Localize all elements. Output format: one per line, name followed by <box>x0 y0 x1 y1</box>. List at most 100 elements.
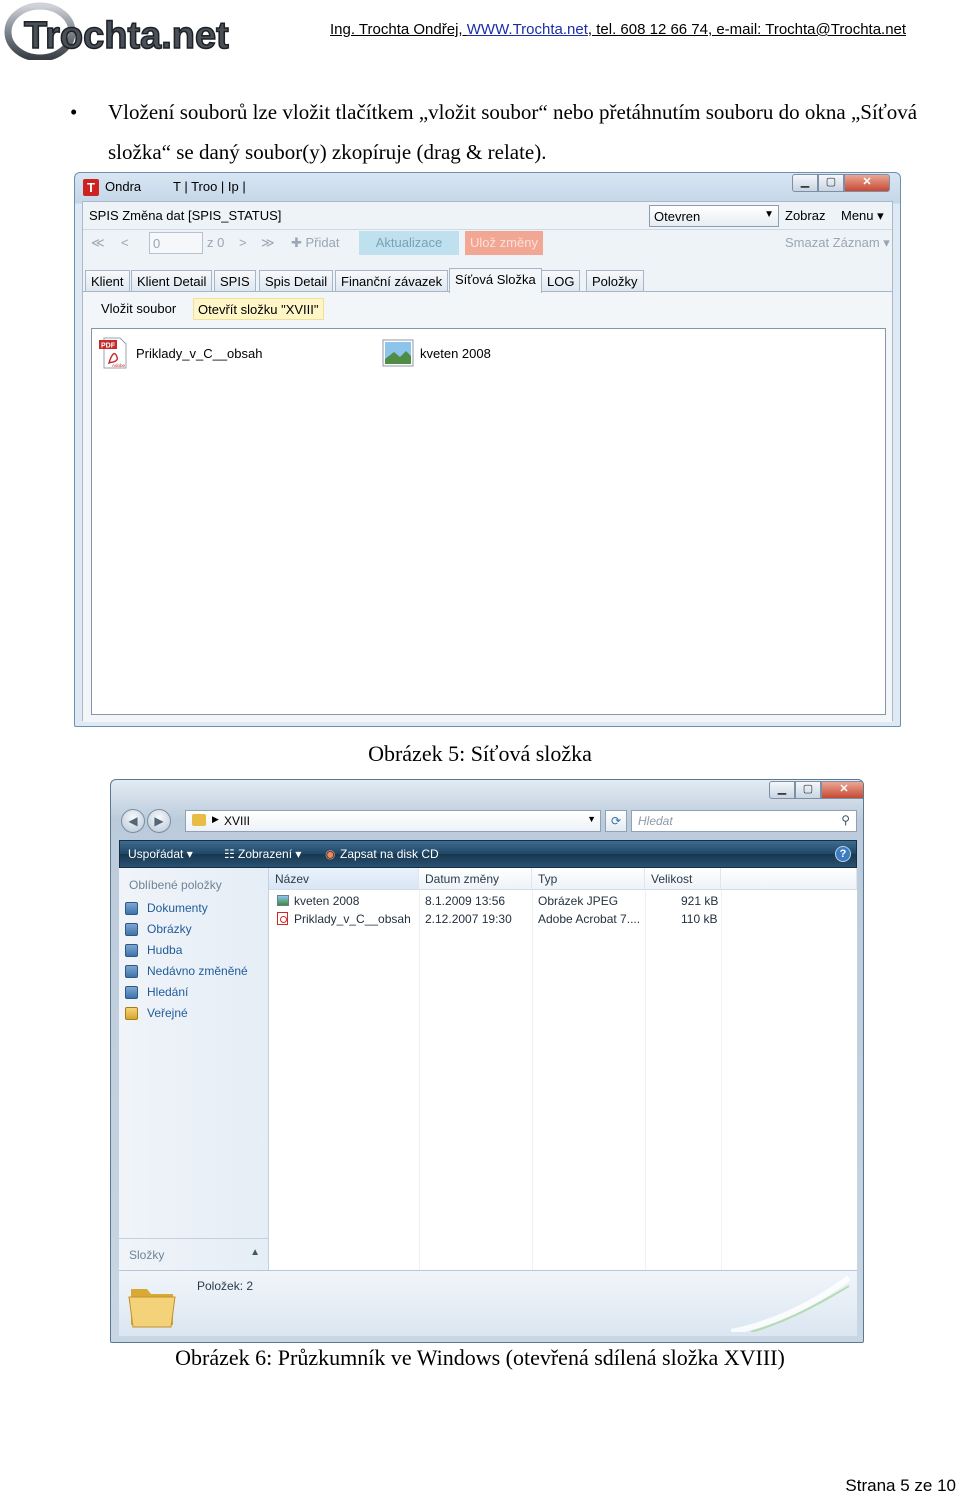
insert-file-button[interactable]: Vložit soubor <box>101 301 176 316</box>
search-input[interactable]: Hledat ⚲ <box>631 810 857 832</box>
status-value: Otevren <box>654 209 701 224</box>
status-select[interactable]: Otevren ▼ <box>649 205 779 227</box>
file-drop-area[interactable]: PDF Adobe Priklady_v_C__obsah kveten 200… <box>91 328 886 715</box>
window-controls: ▁ ▢ ✕ <box>769 781 863 799</box>
open-folder-button[interactable]: Otevřít složku "XVIII" <box>193 298 324 320</box>
folders-toggle[interactable]: Složky ▲ <box>119 1238 268 1270</box>
network-folder-panel: Vložit soubor Otevřít složku "XVIII" PDF… <box>83 291 892 722</box>
close-button[interactable]: ✕ <box>821 781 863 799</box>
pdf-badge-text: PDF <box>101 343 116 350</box>
tab-log[interactable]: LOG <box>541 270 581 292</box>
header-contact: Ing. Trochta Ondřej, WWW.Trochta.net, te… <box>330 21 906 38</box>
nav-item-label: Hledání <box>147 985 189 999</box>
tab-financni-zavazek[interactable]: Finanční závazek <box>335 270 449 292</box>
maximize-button[interactable]: ▢ <box>818 174 844 192</box>
folder-icon <box>128 1289 176 1328</box>
tab-sitova-slozka[interactable]: Síťová Složka <box>449 268 542 293</box>
file-list: Název Datum změny Typ Velikost kveten 20… <box>269 868 857 1270</box>
table-row[interactable]: kveten 2008 8.1.2009 13:56 Obrázek JPEG … <box>269 892 721 910</box>
form-header: SPIS Změna dat [SPIS_STATUS] Otevren ▼ Z… <box>83 202 892 230</box>
last-record-icon[interactable]: ≫ <box>261 235 275 251</box>
spis-app-window: T Ondra T | Troo | Ip | ▁ ▢ ✕ SPIS Změna… <box>74 172 901 727</box>
file-name: Priklady_v_C__obsah <box>136 346 263 361</box>
tab-klient[interactable]: Klient <box>85 270 130 292</box>
form-area: SPIS Změna dat [SPIS_STATUS] Otevren ▼ Z… <box>82 201 893 722</box>
organize-button[interactable]: Uspořádat ▾ <box>128 847 193 861</box>
column-size[interactable]: Velikost <box>645 868 721 890</box>
pictures-icon <box>125 923 138 936</box>
tab-spis[interactable]: SPIS <box>214 270 256 292</box>
row-date: 2.12.2007 19:30 <box>425 912 512 926</box>
figure5-caption: Obrázek 5: Síťová složka <box>368 741 592 766</box>
address-input[interactable]: ▶ XVIII ▼ <box>185 810 601 832</box>
forward-icon[interactable]: ▶ <box>147 809 171 833</box>
chevron-down-icon[interactable]: ▼ <box>587 814 596 824</box>
favorites-header: Oblíbené položky <box>129 878 222 892</box>
file-name: kveten 2008 <box>420 346 491 361</box>
image-file-icon <box>382 339 414 367</box>
bullet-dot: • <box>70 100 78 124</box>
views-icon: ☷ <box>224 847 235 861</box>
nav-item-label: Dokumenty <box>147 901 208 915</box>
header-phone-email: , tel. 608 12 66 74, e-mail: Trochta@Tro… <box>587 21 907 38</box>
item-count: Položek: 2 <box>197 1279 254 1293</box>
column-name[interactable]: Název <box>269 868 419 890</box>
row-type: Adobe Acrobat 7.... <box>538 912 641 926</box>
pdf-brand-text: Adobe <box>112 363 126 368</box>
address-bar: ◀ ▶ ▶ XVIII ▼ ⟳ Hledat ⚲ <box>119 808 857 836</box>
chevron-up-icon: ▲ <box>250 1247 260 1258</box>
views-button[interactable]: Zobrazení ▾ <box>238 847 301 861</box>
nav-item-label: Veřejné <box>147 1006 188 1020</box>
search-placeholder: Hledat <box>638 814 673 828</box>
folder-icon <box>192 814 206 826</box>
zobraz-button[interactable]: Zobraz <box>785 208 825 223</box>
public-folder-icon <box>125 1007 138 1020</box>
tab-klient-detail[interactable]: Klient Detail <box>131 270 213 292</box>
file-item-image[interactable]: kveten 2008 <box>382 337 582 371</box>
nav-item-label: Nedávno změněné <box>147 964 248 978</box>
figure6-caption: Obrázek 6: Průzkumník ve Windows (otevře… <box>175 1345 785 1370</box>
tab-polozky[interactable]: Položky <box>586 270 644 292</box>
burn-cd-icon: ◉ <box>325 847 336 861</box>
table-row[interactable]: Priklady_v_C__obsah 2.12.2007 19:30 Adob… <box>269 910 721 928</box>
delete-record-button[interactable]: Smazat Záznam ▾ <box>785 235 890 251</box>
help-icon[interactable]: ? <box>835 846 851 862</box>
refresh-icon[interactable]: ⟳ <box>605 810 627 832</box>
tab-spis-detail[interactable]: Spis Detail <box>259 270 334 292</box>
trochta-logo: Trochta.net <box>4 2 230 60</box>
bullet-text: Vložení souborů lze vložit tlačítkem „vl… <box>108 100 918 164</box>
refresh-button[interactable]: Aktualizace <box>359 231 459 255</box>
chevron-right-icon: ▶ <box>212 814 219 824</box>
burn-cd-button[interactable]: Zapsat na disk CD <box>340 847 439 861</box>
navigation-pane: Oblíbené položky Dokumenty Obrázky Hudba… <box>119 868 269 1270</box>
record-count: z 0 <box>207 235 225 250</box>
save-changes-button[interactable]: Ulož změny <box>465 231 543 255</box>
website-link[interactable]: WWW.Trochta.net <box>467 21 588 38</box>
nav-item-label: Obrázky <box>147 922 192 936</box>
column-divider <box>419 890 420 1270</box>
close-button[interactable]: ✕ <box>844 174 890 192</box>
first-record-icon[interactable]: ≪ <box>91 235 105 251</box>
search-icon[interactable]: ⚲ <box>841 813 850 827</box>
column-type[interactable]: Typ <box>532 868 645 890</box>
column-divider <box>721 890 722 1270</box>
menu-button[interactable]: Menu ▾ <box>841 208 884 224</box>
back-icon[interactable]: ◀ <box>121 809 145 833</box>
header-name: Ing. Trochta Ondřej, <box>330 21 467 38</box>
minimize-button[interactable]: ▁ <box>792 174 818 192</box>
column-date[interactable]: Datum změny <box>419 868 532 890</box>
tab-strip: Klient Klient Detail SPIS Spis Detail Fi… <box>83 268 892 293</box>
title-user: Ondra <box>105 179 142 194</box>
add-button[interactable]: ✚ Přidat <box>291 235 339 251</box>
maximize-button[interactable]: ▢ <box>795 781 821 799</box>
recent-icon <box>125 965 138 978</box>
next-record-icon[interactable]: > <box>239 235 247 250</box>
file-item-pdf[interactable]: PDF Adobe Priklady_v_C__obsah <box>98 337 298 371</box>
pdf-file-icon: PDF Adobe <box>99 337 127 369</box>
minimize-button[interactable]: ▁ <box>769 781 795 799</box>
row-size: 110 kB <box>681 912 718 926</box>
record-number-input[interactable]: 0 <box>149 232 203 254</box>
bullet-paragraph: • Vložení souborů lze vložit tlačítkem „… <box>70 92 950 172</box>
row-size: 921 kB <box>681 894 719 908</box>
prev-record-icon[interactable]: < <box>121 235 129 250</box>
